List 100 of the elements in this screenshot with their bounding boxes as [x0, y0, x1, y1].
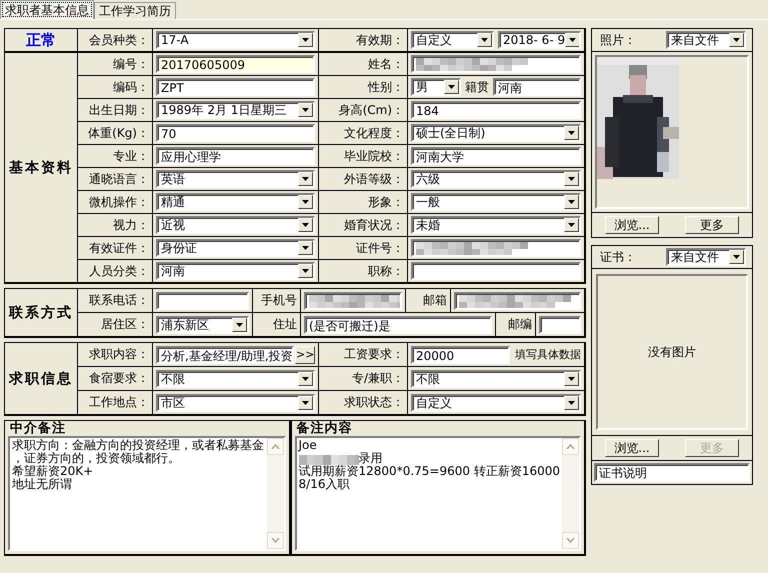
field-label: 性别：	[368, 78, 404, 96]
section-title: 基本资料	[9, 158, 73, 176]
field-label: 会员种类：	[89, 32, 149, 48]
dropdown[interactable]: 1989年 2月 1日星期三	[156, 101, 315, 119]
dropdown[interactable]: 男	[411, 78, 461, 96]
text-area[interactable]: Joe 录用 试用期薪资12800*0.75=9600 转正薪资16000 8/16入职	[294, 436, 581, 551]
dropdown[interactable]: 英语	[156, 170, 315, 188]
redacted-field[interactable]	[304, 292, 402, 310]
text-field[interactable]: ZPT	[156, 78, 315, 96]
field-label: 婚育状况：	[344, 216, 404, 234]
text-field[interactable]: 河南大学	[411, 147, 581, 165]
dropdown[interactable]: 硕士(全日制)	[411, 124, 581, 142]
field-label: 工作地点：	[89, 394, 149, 411]
dropdown[interactable]: 浦东新区	[156, 316, 249, 334]
dropdown[interactable]: 精通	[156, 193, 315, 211]
tab[interactable]: 工作学习简历	[94, 2, 176, 19]
field-label: 视力：	[113, 216, 149, 234]
dropdown[interactable]: 未婚	[411, 216, 581, 234]
field-label: 通晓语言：	[89, 170, 149, 188]
field-label: 出生日期：	[89, 102, 149, 118]
expand-button[interactable]: >>	[295, 346, 315, 364]
field-label: 毕业院校：	[344, 148, 404, 164]
text-field[interactable]: 应用心理学	[156, 147, 315, 165]
dropdown[interactable]: 一般	[411, 193, 581, 211]
text-field[interactable]: 20000	[411, 346, 510, 364]
dropdown[interactable]: 17-A	[156, 31, 315, 49]
caret-icon	[236, 322, 243, 326]
scrollbar[interactable]	[266, 438, 284, 549]
scrollbar[interactable]	[562, 438, 579, 549]
dropdown[interactable]: 不限	[156, 370, 315, 388]
field-label: 编码：	[113, 78, 149, 96]
redacted-field[interactable]	[454, 292, 581, 310]
field-label: 有效期：	[356, 32, 404, 48]
dropdown[interactable]: 六级	[411, 170, 581, 188]
field-label: 身高(Cm)：	[338, 102, 404, 118]
caret-icon	[302, 200, 309, 204]
section-title: 求职信息	[9, 370, 73, 388]
field-label: 姓名：	[368, 56, 404, 72]
redacted-field[interactable]	[411, 55, 581, 73]
text-field[interactable]: 70	[156, 124, 315, 142]
field-label: 文化程度：	[344, 124, 404, 142]
text-line: ，证券方向的，投资领域都行。	[12, 452, 181, 465]
field-label: 专业：	[113, 148, 149, 164]
caret-icon	[733, 38, 740, 42]
field-label: 手机号	[261, 292, 297, 309]
text-area[interactable]: 求职方向：金融方向的投资经理，或者私募基金 ，证券方向的，投资领域都行。 希望薪资20K+ 地址无所谓	[8, 436, 286, 551]
panel-title: 备注内容	[295, 421, 353, 436]
text-field[interactable]: (是否可搬迁)是	[304, 316, 492, 334]
caret-icon	[481, 38, 488, 42]
text-field[interactable]: 184	[411, 101, 581, 119]
dropdown[interactable]: 市区	[156, 394, 315, 412]
field-label: 证件号：	[356, 240, 404, 256]
caret-icon	[568, 200, 575, 204]
dropdown[interactable]: 身份证	[156, 239, 315, 257]
redacted-field[interactable]	[411, 239, 581, 257]
dropdown[interactable]: 近视	[156, 216, 315, 234]
caret-icon	[568, 400, 575, 404]
caret-icon	[568, 131, 575, 135]
text-field[interactable]	[411, 262, 581, 280]
field-label: 编号：	[113, 56, 149, 72]
field-label: 外语等级：	[344, 170, 404, 188]
caret-icon	[733, 255, 740, 259]
push-button[interactable]: 浏览...	[605, 439, 659, 457]
text-line: 录用	[298, 452, 560, 465]
field-label: 联系电话：	[89, 292, 149, 309]
empty-image-text: 没有图片	[648, 344, 696, 360]
field-label: 邮箱	[423, 292, 447, 309]
text-field[interactable]: 河南	[493, 78, 581, 96]
field-label: 证书：	[600, 248, 637, 266]
text-field[interactable]: 证书说明	[594, 463, 750, 482]
dropdown[interactable]: 自定义	[411, 31, 494, 49]
text-field[interactable]: 20170605009	[156, 55, 315, 73]
caret-icon	[302, 108, 309, 112]
push-button[interactable]: 更多	[685, 216, 739, 234]
push-button[interactable]: 浏览...	[605, 216, 659, 234]
dropdown[interactable]: 来自文件	[666, 248, 746, 266]
field-label: 住址	[273, 316, 297, 333]
field-label: 微机操作：	[89, 194, 149, 210]
caret-icon	[302, 177, 309, 181]
field-label: 专/兼职：	[352, 370, 404, 387]
caret-icon	[569, 38, 576, 42]
caret-icon	[302, 269, 309, 273]
text-field[interactable]	[156, 292, 249, 310]
tab[interactable]: 求职者基本信息	[0, 0, 94, 19]
text-field[interactable]	[539, 316, 581, 334]
caret-icon	[302, 376, 309, 380]
dropdown[interactable]: 自定义	[411, 394, 581, 412]
dropdown[interactable]: 不限	[411, 370, 581, 388]
field-label: 工资要求：	[344, 346, 404, 363]
section-title: 联系方式	[9, 304, 73, 322]
field-label: 形象：	[368, 194, 404, 210]
caret-icon	[448, 85, 455, 89]
hint-text: 填写具体数据	[514, 347, 581, 362]
text-field[interactable]: 分析,基金经理/助理,投资	[156, 346, 294, 364]
dropdown[interactable]: 2018- 6- 9	[498, 31, 581, 49]
field-label: 体重(Kg)：	[88, 124, 149, 142]
dropdown[interactable]: 来自文件	[666, 31, 746, 49]
panel-title: 中介备注	[9, 421, 66, 436]
dropdown[interactable]: 河南	[156, 262, 315, 280]
caret-icon	[302, 246, 309, 250]
